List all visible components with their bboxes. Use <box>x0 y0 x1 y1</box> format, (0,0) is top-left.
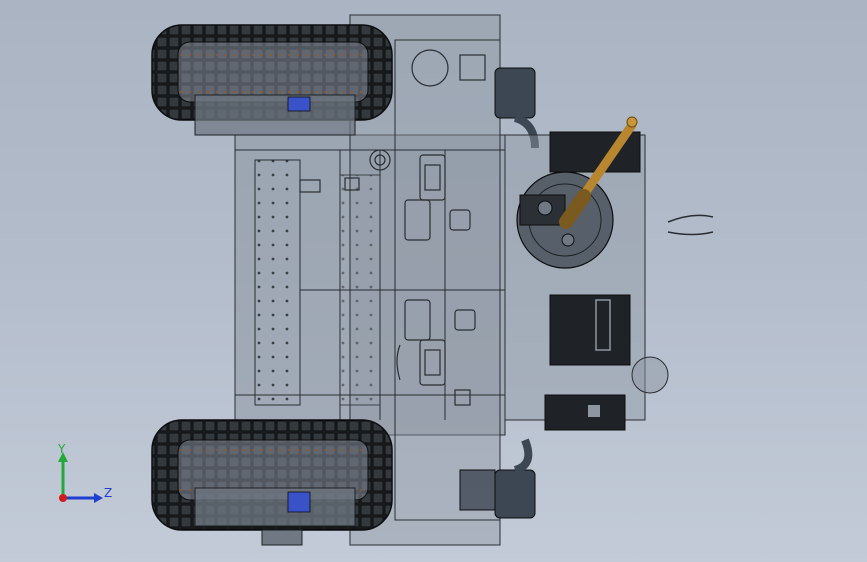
upper-track-assembly[interactable] <box>151 24 393 136</box>
z-axis-label: Z <box>104 486 113 500</box>
y-axis-label: Y <box>58 442 66 456</box>
robot-assembly-model[interactable] <box>0 0 867 562</box>
front-equipment-housing[interactable] <box>504 131 714 431</box>
lower-track-assembly[interactable] <box>151 419 393 546</box>
cad-graphics-viewport[interactable]: Y Z <box>0 0 867 562</box>
